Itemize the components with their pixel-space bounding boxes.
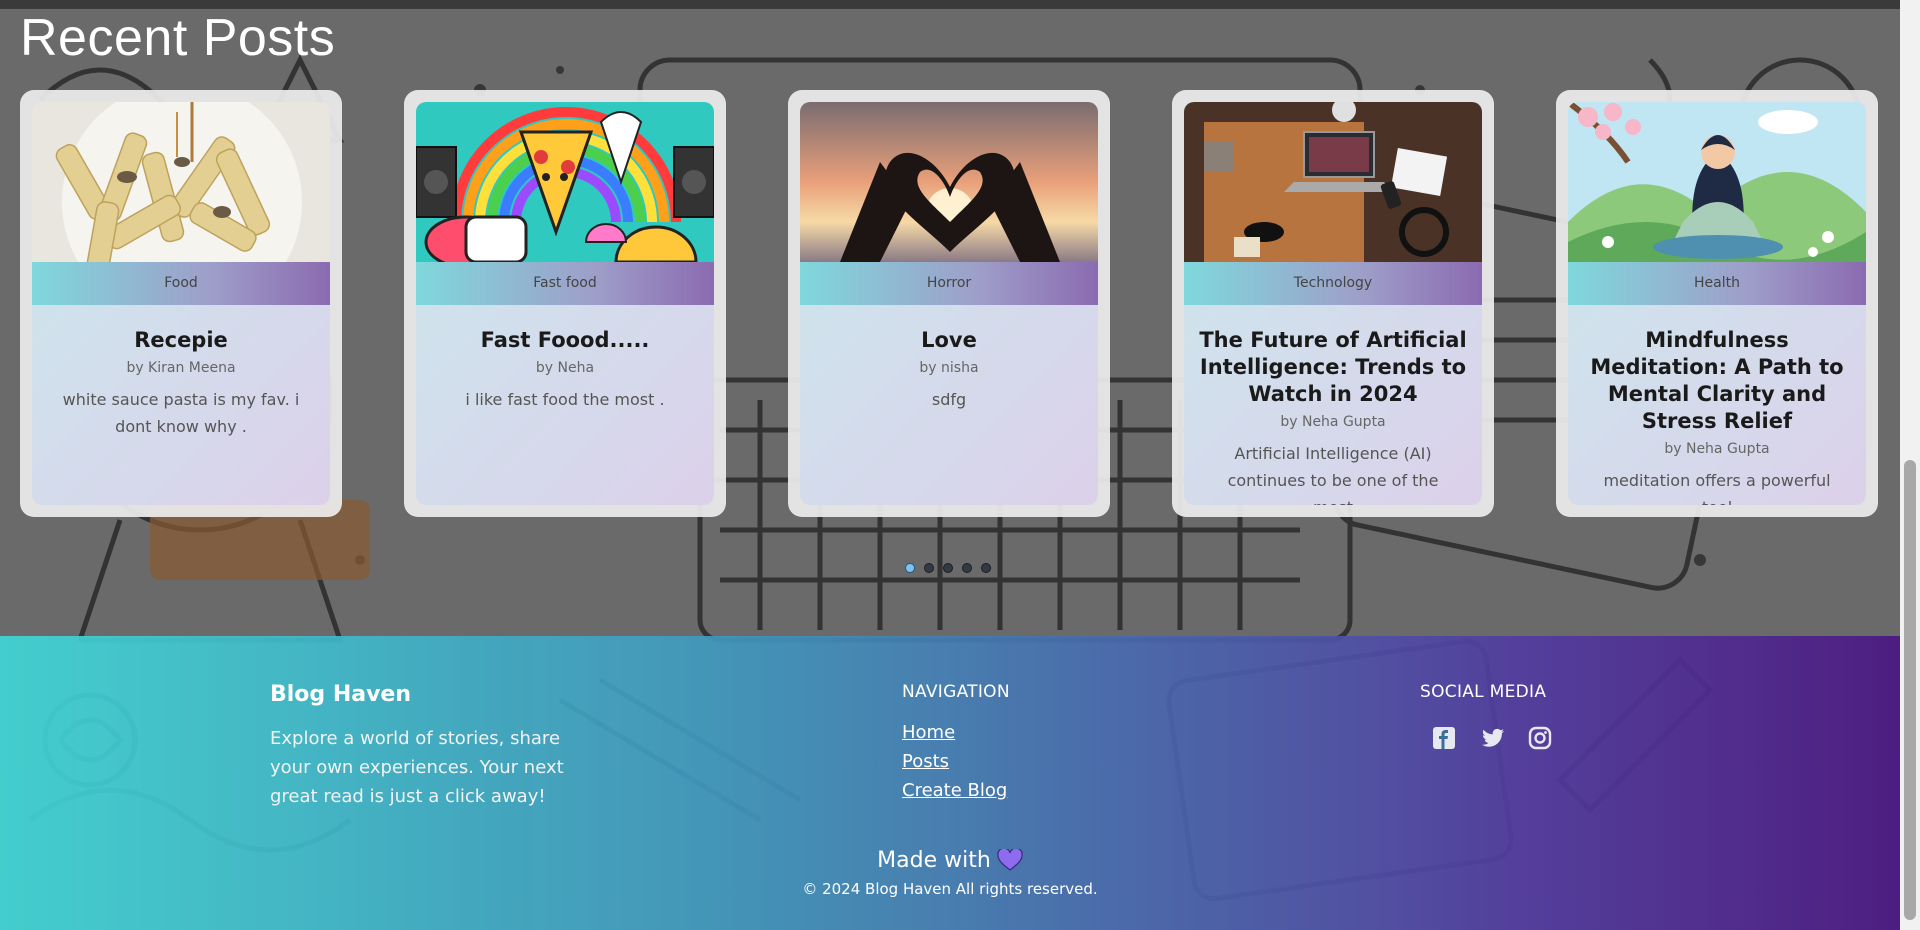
post-excerpt: i like fast food the most . <box>465 390 665 409</box>
post-card[interactable]: Food Recepie by Kiran Meena white sauce … <box>20 90 342 517</box>
post-title[interactable]: The Future of Artificial Intelligence: T… <box>1198 327 1468 408</box>
post-title[interactable]: Fast Foood..... <box>430 327 700 354</box>
post-image <box>416 102 714 262</box>
footer-link-create-blog[interactable]: Create Blog <box>902 780 1007 801</box>
carousel-dot[interactable] <box>905 563 915 573</box>
instagram-icon[interactable] <box>1528 726 1552 750</box>
footer-link-posts[interactable]: Posts <box>902 751 949 772</box>
post-card[interactable]: Horror Love by nisha sdfg <box>788 90 1110 517</box>
post-excerpt: white sauce pasta is my fav. i dont know… <box>62 390 300 436</box>
section-title: Recent Posts <box>20 9 336 67</box>
post-card[interactable]: Health Mindfulness Meditation: A Path to… <box>1556 90 1878 517</box>
post-category: Food <box>32 262 330 305</box>
vertical-scrollbar[interactable] <box>1900 0 1920 930</box>
twitter-icon[interactable] <box>1480 726 1504 750</box>
footer-link-home[interactable]: Home <box>902 722 955 743</box>
copyright-text: © 2024 Blog Haven All rights reserved. <box>802 880 1098 898</box>
post-author: by Neha Gupta <box>1280 414 1386 430</box>
post-excerpt: Artificial Intelligence (AI) continues t… <box>1227 444 1439 505</box>
carousel-dot[interactable] <box>943 563 953 573</box>
footer-brand-title: Blog Haven <box>270 682 412 707</box>
facebook-icon[interactable] <box>1432 726 1456 750</box>
social-icons <box>1432 726 1552 750</box>
footer-nav-title: NAVIGATION <box>902 682 1010 702</box>
site-footer: Blog Haven Explore a world of stories, s… <box>0 636 1900 930</box>
post-title[interactable]: Recepie <box>46 327 316 354</box>
heart-icon <box>997 847 1023 871</box>
post-image <box>1184 102 1482 262</box>
post-category: Technology <box>1184 262 1482 305</box>
carousel-pagination <box>905 563 991 573</box>
post-title[interactable]: Mindfulness Meditation: A Path to Mental… <box>1582 327 1852 435</box>
posts-carousel: Food Recepie by Kiran Meena white sauce … <box>0 90 1900 520</box>
post-card[interactable]: Technology The Future of Artificial Inte… <box>1172 90 1494 517</box>
carousel-dot[interactable] <box>981 563 991 573</box>
made-with-text: Made with <box>0 847 1900 873</box>
post-image <box>800 102 1098 262</box>
post-excerpt: meditation offers a powerful tool <box>1603 471 1831 505</box>
post-excerpt: sdfg <box>931 390 967 409</box>
post-image <box>32 102 330 262</box>
post-category: Health <box>1568 262 1866 305</box>
scrollbar-thumb[interactable] <box>1904 460 1916 920</box>
carousel-dot[interactable] <box>962 563 972 573</box>
post-author: by Kiran Meena <box>126 360 236 376</box>
footer-brand-description: Explore a world of stories, share your o… <box>270 728 564 807</box>
carousel-dot[interactable] <box>924 563 934 573</box>
footer-social-title: SOCIAL MEDIA <box>1420 682 1547 702</box>
post-card[interactable]: Fast food Fast Foood..... by Neha i like… <box>404 90 726 517</box>
post-category: Fast food <box>416 262 714 305</box>
post-author: by Neha <box>535 360 595 376</box>
post-title[interactable]: Love <box>814 327 1084 354</box>
post-image <box>1568 102 1866 262</box>
made-with-label: Made with <box>877 848 991 873</box>
footer-nav-list: Home Posts Create Blog <box>902 718 1007 805</box>
post-author: by nisha <box>919 360 979 376</box>
post-author: by Neha Gupta <box>1664 441 1770 457</box>
post-category: Horror <box>800 262 1098 305</box>
